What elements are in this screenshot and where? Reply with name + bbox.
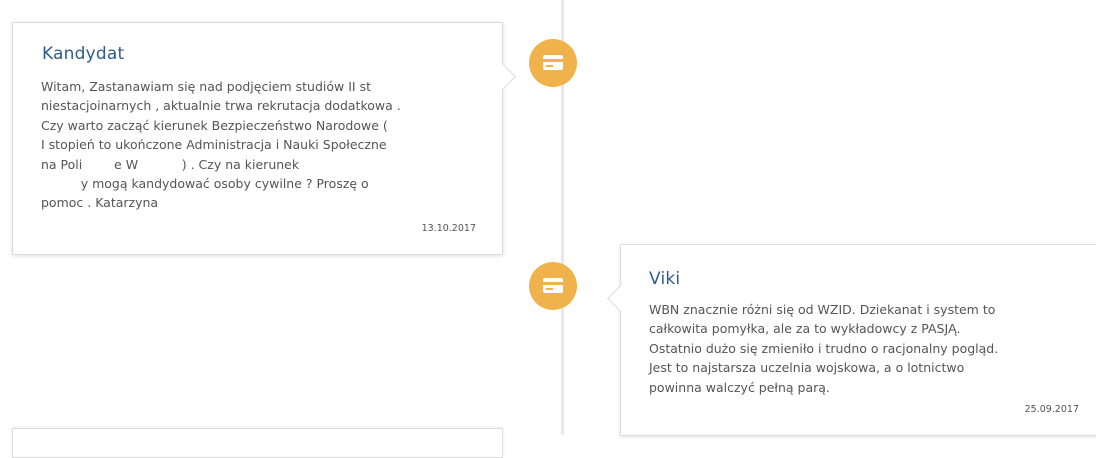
comment-date: 25.09.2017	[1024, 404, 1079, 415]
comment-text-line: powinna walczyć pełną parą.	[649, 379, 830, 395]
comment-text-line: y mogą kandydować osoby cywilne ? Proszę…	[41, 176, 369, 192]
comment-text: Witam, Zastanawiam się nad podjęciem stu…	[41, 77, 481, 213]
comment-text-line: całkowita pomyłka, ale za to wykładowcy …	[649, 321, 961, 337]
comment-text-line: niestacjoinarnych , aktualnie trwa rekru…	[41, 98, 401, 114]
comment-date: 13.10.2017	[421, 223, 476, 234]
card-pointer	[489, 63, 516, 90]
comment-card-2: Viki WBN znacznie różni się od WZID. Dzi…	[607, 244, 1096, 436]
comment-author: Viki	[649, 269, 681, 289]
credit-card-icon	[529, 39, 577, 87]
comment-text: WBN znacznie różni się od WZID. Dziekana…	[649, 300, 1089, 397]
comment-text-line: na Poli e W ) . Czy na kierunek	[41, 156, 300, 172]
credit-card-glyph	[543, 55, 563, 70]
comment-text-line: WBN znacznie różni się od WZID. Dziekana…	[649, 302, 996, 317]
comment-author: Kandydat	[42, 44, 125, 64]
credit-card-glyph	[543, 278, 563, 293]
credit-card-icon	[529, 262, 577, 310]
comment-text-line: Czy warto zacząć kierunek Bezpieczeństwo…	[41, 117, 388, 133]
comment-text-line: Jest to najstarsza uczelnia wojskowa, a …	[649, 360, 965, 376]
comment-card-3	[12, 428, 503, 458]
card-pointer	[607, 285, 634, 312]
comment-text-line: Ostatnio dużo się zmieniło i trudno o ra…	[649, 340, 999, 356]
comment-text-line: Witam, Zastanawiam się nad podjęciem stu…	[41, 79, 371, 94]
comment-text-line: pomoc . Katarzyna	[41, 195, 159, 211]
comment-card-1: Kandydat Witam, Zastanawiam się nad podj…	[12, 22, 516, 255]
comment-text-line: I stopień to ukończone Administracja i N…	[41, 137, 387, 153]
